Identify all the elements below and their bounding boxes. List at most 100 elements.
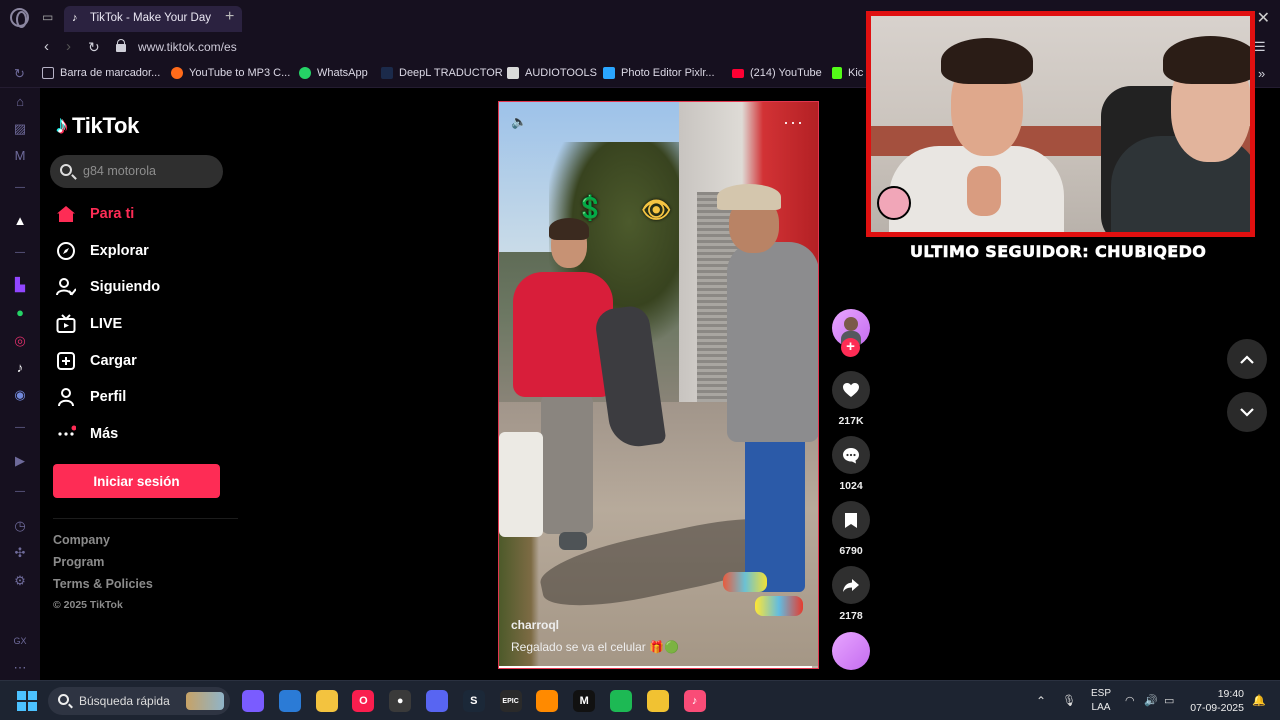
keyboard-layout: LAA <box>1091 702 1111 713</box>
file-explorer-app-icon[interactable] <box>315 690 338 712</box>
obs-app-icon[interactable]: ● <box>389 690 412 712</box>
menu-icon[interactable]: ☰ <box>1254 38 1266 56</box>
bookmark-item[interactable]: WhatsApp <box>299 67 368 79</box>
wifi-icon[interactable]: ◠ <box>1125 694 1135 707</box>
nav-para-ti[interactable]: Para ti <box>56 204 134 224</box>
messenger-icon[interactable]: M <box>12 148 28 164</box>
next-video-button[interactable] <box>1227 392 1267 432</box>
discord-icon[interactable]: ◉ <box>12 387 28 403</box>
video-progress-bar[interactable] <box>499 666 818 668</box>
bookmark-icon[interactable] <box>832 501 870 539</box>
language-indicator[interactable]: ESP LAA <box>1090 687 1112 715</box>
sidebar-more-icon[interactable]: ⋯ <box>12 660 28 676</box>
footer-program-link[interactable]: Program <box>53 555 104 569</box>
epic-games-app-icon[interactable]: EPIC <box>499 690 522 712</box>
windows-start-icon[interactable] <box>17 691 37 711</box>
save-action[interactable]: 6790 <box>831 501 871 557</box>
bookmark-item[interactable]: YouTube to MP3 C... <box>171 67 290 79</box>
bookmark-item[interactable]: Barra de marcador... <box>42 67 160 79</box>
bookmark-item[interactable]: (214) YouTube <box>732 67 822 79</box>
video-more-icon[interactable]: ··· <box>783 112 804 133</box>
notepad-app-icon[interactable] <box>278 690 301 712</box>
notifications-icon[interactable]: 🔔 <box>1252 694 1266 707</box>
video-player[interactable]: 💲 👁 🔈 ··· charroql Regalado se va el cel… <box>498 101 819 669</box>
url-field[interactable]: www.tiktok.com/es <box>138 40 237 54</box>
battery-icon[interactable]: ▭ <box>1164 694 1174 707</box>
bookmark-item[interactable]: AUDIOTOOLS <box>507 67 597 79</box>
shopping-icon[interactable]: ⌂ <box>12 94 28 110</box>
spotify-app-icon[interactable] <box>610 690 632 712</box>
chrome-app-icon[interactable] <box>646 690 669 712</box>
compass-icon <box>56 241 76 261</box>
tiktok-wordmark: TikTok <box>72 113 140 138</box>
divider <box>53 518 238 519</box>
follow-button[interactable]: + <box>841 338 860 357</box>
tiktok-icon[interactable]: ♪ <box>12 360 28 376</box>
extensions-icon[interactable]: ✣ <box>12 545 28 561</box>
microphone-icon[interactable]: 🎙 <box>1062 694 1076 707</box>
new-tab-button[interactable]: + <box>225 9 234 25</box>
refresh-sidebar-icon[interactable]: ↻ <box>14 65 25 83</box>
nav-perfil[interactable]: Perfil <box>56 387 126 407</box>
search-box[interactable] <box>50 155 223 188</box>
nav-siguiendo[interactable]: Siguiendo <box>56 277 160 297</box>
settings-icon[interactable]: ⚙ <box>12 573 28 589</box>
login-button[interactable]: Iniciar sesión <box>53 464 220 498</box>
footer-terms-link[interactable]: Terms & Policies <box>53 577 153 591</box>
nav-mas[interactable]: Más <box>56 424 118 444</box>
share-icon[interactable] <box>832 566 870 604</box>
tiktok-logo[interactable]: ♪ TikTok <box>56 112 139 140</box>
history-icon[interactable]: ◷ <box>12 518 28 534</box>
steam-app-icon[interactable]: S <box>462 690 485 712</box>
comment-icon[interactable] <box>832 436 870 474</box>
bookmark-label: (214) YouTube <box>750 67 822 79</box>
folder-icon <box>42 67 54 79</box>
opera-logo-icon[interactable] <box>10 8 29 28</box>
fl-studio-app-icon[interactable] <box>536 690 559 712</box>
nav-cargar[interactable]: Cargar <box>56 351 137 371</box>
nav-explorar[interactable]: Explorar <box>56 241 149 261</box>
avatar-head <box>844 317 858 331</box>
discord-app-icon[interactable] <box>426 690 448 712</box>
like-action[interactable]: 217K <box>831 371 871 427</box>
opera-gx-app-icon[interactable]: O <box>352 690 375 712</box>
video-author[interactable]: charroql <box>511 618 559 632</box>
itunes-app-icon[interactable]: ♪ <box>683 690 706 712</box>
nav-live[interactable]: LIVE <box>56 314 122 334</box>
share-action[interactable]: 2178 <box>831 566 871 622</box>
whatsapp-icon[interactable]: ● <box>12 305 28 321</box>
twitch-icon[interactable]: ▙ <box>12 277 28 293</box>
close-window-icon[interactable]: ✕ <box>1257 8 1270 28</box>
tab-tiktok[interactable]: ♪ TikTok - Make Your Day <box>64 6 242 32</box>
gx-corner-icon[interactable]: ▨ <box>12 121 28 137</box>
tab-islands-icon[interactable]: ▭ <box>42 10 58 24</box>
bookmark-item[interactable]: Photo Editor Pixlr... <box>603 67 715 79</box>
taskbar-search[interactable]: Búsqueda rápida <box>48 687 230 715</box>
volume-icon[interactable]: 🔊 <box>1144 694 1158 707</box>
comment-action[interactable]: 1024 <box>831 436 871 492</box>
bookmarks-overflow-icon[interactable]: » <box>1258 65 1265 83</box>
eye-sticker-icon: 👁 <box>641 197 672 224</box>
copilot-app-icon[interactable] <box>242 690 264 712</box>
forward-icon[interactable]: › <box>66 38 71 56</box>
bookmark-item[interactable]: DeepL TRADUCTOR <box>381 67 503 79</box>
instagram-icon[interactable]: ◎ <box>12 333 28 349</box>
next-creator-avatar[interactable] <box>832 632 870 670</box>
player-icon[interactable]: ▶ <box>12 453 28 469</box>
bookmark-item[interactable]: Kic <box>832 67 863 79</box>
previous-video-button[interactable] <box>1227 339 1267 379</box>
aria-icon[interactable]: ▲ <box>12 213 28 229</box>
gx-control-icon[interactable]: GX <box>12 633 28 649</box>
reload-icon[interactable]: ↻ <box>88 38 100 56</box>
tray-overflow-icon[interactable]: ⌃ <box>1036 694 1046 708</box>
back-icon[interactable]: ‹ <box>44 38 49 56</box>
heart-icon[interactable] <box>832 371 870 409</box>
volume-icon[interactable]: 🔈 <box>511 114 527 130</box>
taskbar-search-text: Búsqueda rápida <box>79 694 170 708</box>
clock[interactable]: 19:40 07-09-2025 <box>1190 687 1244 715</box>
capcut-app-icon[interactable]: M <box>573 690 596 712</box>
search-input[interactable] <box>83 162 213 180</box>
last-follower-label: ULTIMO SEGUIDOR: CHUBIQEDO <box>910 242 1207 262</box>
nav-label: LIVE <box>90 316 123 332</box>
footer-company-link[interactable]: Company <box>53 533 110 547</box>
